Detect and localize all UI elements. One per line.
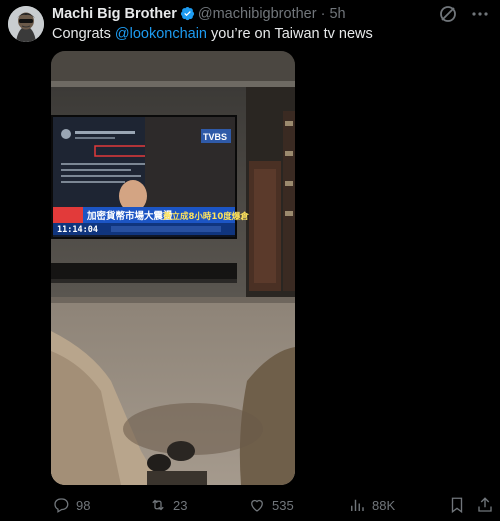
video-frame: TVBS 加密貨幣市場大震盪 黃立成8小時10度爆倉 11:14:04 [51, 51, 295, 485]
avatar[interactable] [8, 6, 44, 42]
bookmark-button[interactable] [448, 496, 466, 514]
mention-link[interactable]: @lookonchain [115, 26, 207, 42]
action-bar: 98 23 535 88K [52, 496, 492, 516]
tv-ticker-main: 黃立成8小時10度爆倉 [162, 211, 249, 222]
bookmark-icon [451, 497, 463, 514]
tweet-text-prefix: Congrats [52, 26, 115, 42]
reply-icon [54, 498, 69, 513]
tweet-header: Machi Big Brother @machibigbrother · 5h [52, 5, 440, 23]
repost-icon [152, 499, 164, 511]
header-actions [438, 4, 490, 24]
share-icon [478, 497, 492, 512]
author-handle[interactable]: @machibigbrother [198, 6, 317, 22]
like-count: 535 [272, 497, 294, 513]
share-button[interactable] [476, 496, 494, 514]
repost-count: 23 [173, 497, 188, 513]
like-icon [251, 499, 263, 512]
tweet-text: Congrats @lookonchain you’re on Taiwan t… [52, 25, 373, 43]
reply-count: 98 [76, 497, 91, 513]
repost-button[interactable]: 23 [149, 496, 187, 514]
author-name[interactable]: Machi Big Brother [52, 6, 177, 22]
separator-dot: · [320, 6, 326, 22]
tweet-video[interactable]: TVBS 加密貨幣市場大震盪 黃立成8小時10度爆倉 11:14:04 [51, 51, 295, 485]
more-icon[interactable] [470, 4, 490, 24]
verified-badge-icon [180, 6, 195, 21]
tweet-text-suffix: you’re on Taiwan tv news [207, 26, 373, 42]
like-button[interactable]: 535 [248, 496, 294, 514]
avatar-image [8, 6, 44, 42]
reply-button[interactable]: 98 [52, 496, 90, 514]
views-icon [351, 499, 364, 511]
views-button[interactable]: 88K [348, 496, 395, 514]
tweet[interactable]: Machi Big Brother @machibigbrother · 5h C… [0, 0, 500, 521]
tv-ticker-prefix: 加密貨幣市場大震盪 [86, 210, 173, 222]
grok-icon[interactable] [438, 4, 458, 24]
views-count: 88K [372, 497, 396, 513]
tweet-time[interactable]: 5h [329, 6, 345, 22]
tv-brand: TVBS [203, 132, 227, 142]
tv-clock: 11:14:04 [57, 225, 98, 235]
